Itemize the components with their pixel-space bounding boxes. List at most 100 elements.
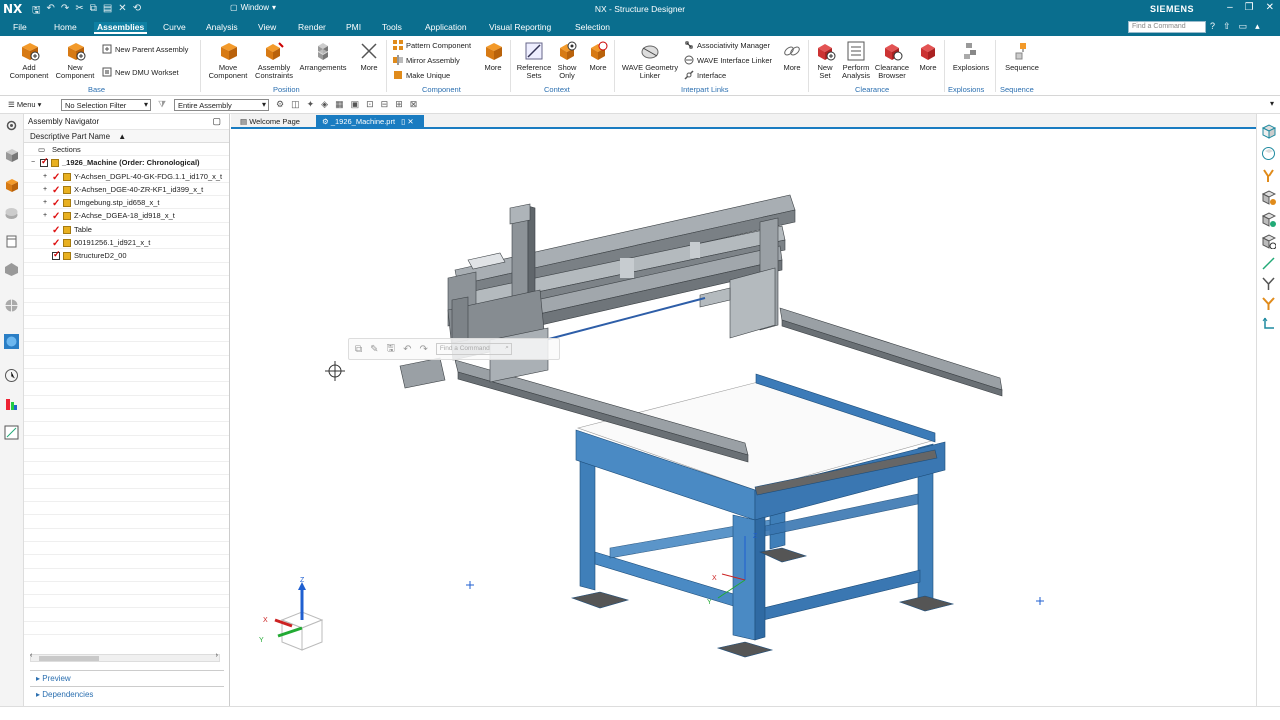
snap-icon[interactable]: ✦ — [307, 99, 315, 110]
check-mark-icon[interactable]: ✓ — [52, 224, 60, 237]
clearance-more-button[interactable]: More — [915, 40, 941, 72]
menu-curve[interactable]: Curve — [163, 22, 186, 32]
edit-icon[interactable]: ✎ — [370, 344, 378, 355]
assembly-constraints-button[interactable]: Assembly Constraints — [252, 40, 296, 80]
mini-command-search[interactable]: Find a Command ⌕ — [435, 343, 512, 355]
menu-button[interactable]: ☰ Menu ▾ — [8, 100, 41, 109]
scroll-right-icon[interactable]: › — [216, 652, 218, 659]
settings-icon[interactable]: ▭ — [1239, 21, 1248, 32]
wave-interface-linker-button[interactable]: WAVE Interface Linker — [684, 55, 772, 65]
menu-tools[interactable]: Tools — [382, 22, 402, 32]
tree-row[interactable]: ▭ Sections — [24, 143, 229, 157]
assembly-navigator-icon[interactable] — [4, 178, 19, 193]
menu-selection[interactable]: Selection — [575, 22, 610, 32]
tree-row[interactable]: + ✓ X-Achsen_DGE-40-ZR-KF1_id399_x_t — [24, 183, 229, 197]
make-unique-button[interactable]: Make Unique — [393, 70, 450, 80]
tab-machine-part[interactable]: ⚙ _1926_Machine.prt ▯ ✕ — [316, 115, 424, 128]
move-component-button[interactable]: Move Component — [206, 40, 250, 80]
associativity-manager-button[interactable]: Associativity Manager — [684, 40, 770, 50]
close-icon[interactable]: ✕ — [407, 117, 413, 126]
select-all-icon[interactable]: ◫ — [291, 99, 300, 110]
add-component-button[interactable]: Add Component — [7, 40, 51, 80]
component-select-icon[interactable]: ◈ — [321, 99, 328, 110]
new-component-button[interactable]: New Component — [53, 40, 97, 80]
expand-icon[interactable]: + — [43, 170, 47, 183]
hd3d-tools-icon[interactable] — [4, 262, 19, 277]
tree-row[interactable]: ✓ 00191256.1_id921_x_t — [24, 236, 229, 250]
tree-row[interactable]: ✓ Table — [24, 223, 229, 237]
show-only-button[interactable]: Show Only — [554, 40, 580, 80]
position-more-button[interactable]: More — [355, 40, 383, 72]
scope-select[interactable]: Entire Assembly — [174, 99, 269, 111]
maximize-icon[interactable]: ▢ — [212, 116, 221, 127]
view-fit-icon[interactable]: ⊡ — [366, 99, 374, 110]
perform-analysis-button[interactable]: Perform Analysis — [839, 40, 873, 80]
branch-tool-icon[interactable] — [1261, 296, 1276, 311]
line-tool-icon[interactable] — [1261, 256, 1276, 271]
visual-reporting-icon[interactable] — [4, 397, 19, 412]
type-filter-icon[interactable]: ⚙ — [276, 99, 284, 110]
view-section-icon[interactable]: ⊞ — [395, 99, 403, 110]
scroll-left-icon[interactable]: ‹ — [30, 652, 32, 659]
interpart-more-button[interactable]: More — [779, 40, 805, 72]
component-view-icon[interactable] — [1261, 190, 1276, 205]
fit-view-icon[interactable] — [1261, 124, 1276, 139]
fork-tool-icon[interactable] — [1261, 168, 1276, 183]
globe-icon[interactable] — [4, 334, 19, 349]
web-browser-icon[interactable] — [4, 298, 19, 313]
filter-icon[interactable]: ⧩ — [158, 99, 166, 110]
command-search-input[interactable]: Find a Command — [1128, 21, 1206, 33]
help-icon[interactable]: ? — [1210, 21, 1215, 32]
ribbon-toggle-icon[interactable]: ▴ — [1255, 21, 1260, 32]
face-select-icon[interactable]: ▣ — [351, 99, 360, 110]
check-mark-icon[interactable]: ✓ — [52, 184, 60, 197]
scrollbar-thumb[interactable] — [39, 656, 99, 661]
menu-file[interactable]: File — [13, 22, 27, 32]
expand-icon[interactable]: + — [43, 183, 47, 196]
body-select-icon[interactable]: ▦ — [335, 99, 344, 110]
menu-visual-reporting[interactable]: Visual Reporting — [489, 22, 551, 32]
view-render-icon[interactable]: ⊠ — [410, 99, 418, 110]
menu-application[interactable]: Application — [425, 22, 467, 32]
mirror-assembly-button[interactable]: Mirror Assembly — [393, 55, 460, 65]
dependencies-section[interactable]: ▸ Dependencies — [30, 686, 224, 700]
menu-home[interactable]: Home — [54, 22, 77, 32]
minimize-icon[interactable]: – — [1227, 2, 1233, 13]
constraint-navigator-icon[interactable] — [4, 206, 19, 221]
chevron-down-icon[interactable]: ▾ — [1270, 99, 1274, 108]
preview-section[interactable]: ▸ Preview — [30, 670, 224, 684]
tree-row[interactable]: + ✓ Umgebung.stp_id658_x_t — [24, 196, 229, 210]
system-materials-icon[interactable] — [4, 425, 19, 440]
context-more-button[interactable]: More — [585, 40, 611, 72]
menu-view[interactable]: View — [258, 22, 276, 32]
tree-row[interactable]: + ✓ Y-Achsen_DGPL-40-GK-FDG.1.1_id170_x_t — [24, 170, 229, 183]
tree-row[interactable]: ✓ StructureD2_00 — [24, 249, 229, 263]
check-mark-icon[interactable]: ✓ — [52, 171, 60, 184]
wave-geometry-linker-button[interactable]: WAVE Geometry Linker — [620, 40, 680, 80]
menu-pmi[interactable]: PMI — [346, 22, 361, 32]
add-view-icon[interactable] — [1261, 234, 1276, 249]
reference-sets-button[interactable]: Reference Sets — [514, 40, 554, 80]
component-more-button[interactable]: More — [480, 40, 506, 72]
history-icon[interactable] — [4, 368, 19, 383]
selection-filter-select[interactable]: No Selection Filter — [61, 99, 151, 111]
redo-icon[interactable]: ↷ — [419, 344, 427, 355]
arrangements-button[interactable]: Arrangements — [298, 40, 348, 72]
restore-icon[interactable]: ❐ — [1245, 2, 1254, 13]
interface-button[interactable]: Interface — [684, 70, 726, 80]
new-dmu-workset-button[interactable]: New DMU Workset — [102, 67, 179, 77]
part-navigator-icon[interactable] — [4, 148, 19, 163]
sequence-button[interactable]: Sequence — [1001, 40, 1043, 72]
menu-assemblies[interactable]: Assemblies — [94, 22, 148, 34]
expand-icon[interactable]: − — [31, 156, 35, 169]
shaded-view-icon[interactable] — [1261, 212, 1276, 227]
view-orient-icon[interactable]: ⊟ — [381, 99, 389, 110]
menu-render[interactable]: Render — [298, 22, 326, 32]
copy-icon[interactable]: ⧉ — [355, 344, 362, 355]
rotate-view-icon[interactable] — [1261, 146, 1276, 161]
route-tool-icon[interactable] — [1261, 316, 1276, 331]
y-junction-icon[interactable] — [1261, 276, 1276, 291]
model-view[interactable]: Z X Y Z X Y — [231, 130, 1256, 706]
horizontal-scrollbar[interactable]: ‹ › — [30, 652, 220, 662]
tree-row[interactable]: + ✓ Z-Achse_DGEA-18_id918_x_t — [24, 209, 229, 223]
